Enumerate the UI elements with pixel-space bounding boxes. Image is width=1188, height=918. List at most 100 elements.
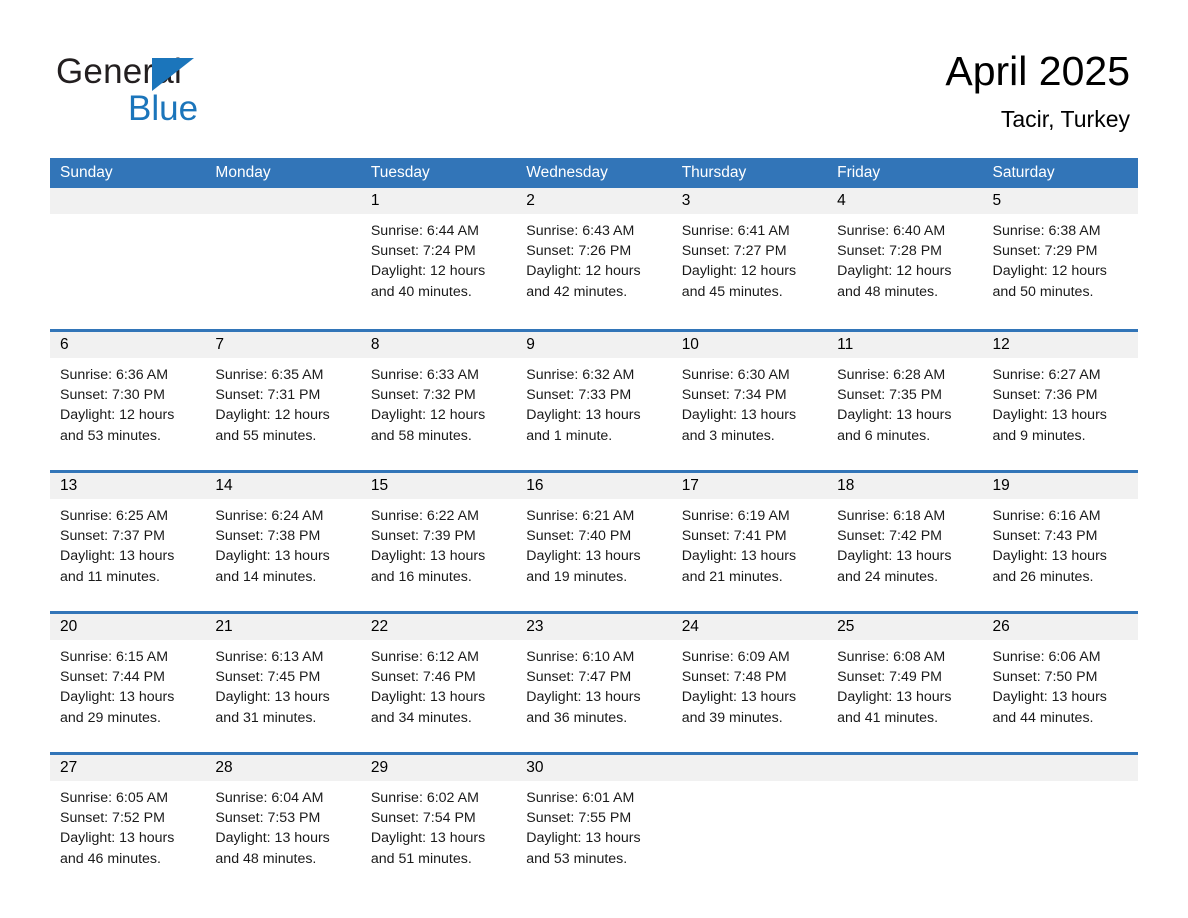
sunrise-text: Sunrise: 6:33 AM (370, 367, 479, 383)
daylight-text: Daylight: 13 hours and 26 minutes. (992, 548, 1107, 585)
sunrise-text: Sunrise: 6:16 AM (992, 508, 1101, 524)
daylight-text: Daylight: 13 hours and 39 minutes. (681, 689, 797, 726)
day-number: 13 (50, 473, 206, 499)
daylight-text: Daylight: 13 hours and 44 minutes. (992, 689, 1107, 726)
day-details: Sunrise: 6:44 AM Sunset: 7:24 PM Daylight:… (361, 214, 516, 302)
sunset-text: Sunset: 7:27 PM (681, 243, 787, 260)
day-details: Sunrise: 6:01 AM Sunset: 7:55 PM Daylight:… (516, 781, 671, 869)
sunset-text: Sunset: 7:46 PM (370, 669, 476, 686)
day-cell[interactable]: 14 Sunrise: 6:24 AM Sunset: 7:38 PM Dayligh… (205, 473, 361, 602)
day-number: 30 (516, 755, 672, 781)
day-cell[interactable]: 25 Sunrise: 6:08 AM Sunset: 7:49 PM Dayligh… (827, 614, 983, 743)
page-header: General Blue April 2025 Tacir, Turkey (0, 0, 1188, 158)
day-number: 19 (982, 473, 1138, 499)
sunrise-text: Sunrise: 6:30 AM (681, 367, 790, 383)
sunset-text: Sunset: 7:32 PM (370, 387, 476, 404)
day-cell[interactable]: 4 Sunrise: 6:40 AM Sunset: 7:28 PM Daylight… (827, 188, 983, 320)
weekday-header-sunday: Sunday (60, 164, 113, 181)
sunrise-text: Sunrise: 6:40 AM (837, 223, 946, 239)
day-details: Sunrise: 6:12 AM Sunset: 7:46 PM Daylight:… (361, 640, 516, 728)
day-number: 10 (671, 332, 828, 358)
sunrise-text: Sunrise: 6:36 AM (60, 367, 169, 383)
sunset-text: Sunset: 7:29 PM (992, 243, 1098, 260)
daylight-text: Daylight: 13 hours and 24 minutes. (837, 548, 952, 585)
sunrise-text: Sunrise: 6:22 AM (370, 508, 479, 524)
day-number: 8 (360, 332, 517, 358)
daylight-text: Daylight: 13 hours and 46 minutes. (60, 830, 175, 867)
day-cell[interactable]: 18 Sunrise: 6:18 AM Sunset: 7:42 PM Dayligh… (827, 473, 983, 602)
day-cell[interactable]: 23 Sunrise: 6:10 AM Sunset: 7:47 PM Dayligh… (516, 614, 672, 743)
day-cell[interactable]: 7 Sunrise: 6:35 AM Sunset: 7:31 PM Daylight… (205, 332, 361, 461)
day-cell[interactable]: 15 Sunrise: 6:22 AM Sunset: 7:39 PM Dayligh… (360, 473, 517, 602)
day-details: Sunrise: 6:05 AM Sunset: 7:52 PM Daylight:… (50, 781, 205, 869)
day-cell[interactable]: 17 Sunrise: 6:19 AM Sunset: 7:41 PM Dayligh… (671, 473, 828, 602)
sunset-text: Sunset: 7:34 PM (681, 387, 787, 404)
daylight-text: Daylight: 13 hours and 34 minutes. (370, 689, 486, 726)
day-cell-empty (671, 755, 828, 884)
day-details: Sunrise: 6:04 AM Sunset: 7:53 PM Daylight:… (205, 781, 360, 869)
day-cell[interactable]: 1 Sunrise: 6:44 AM Sunset: 7:24 PM Daylight… (360, 188, 517, 320)
page-title: April 2025 (945, 48, 1130, 94)
day-details: Sunrise: 6:02 AM Sunset: 7:54 PM Daylight:… (361, 781, 516, 869)
day-number: 1 (360, 188, 517, 214)
sunrise-text: Sunrise: 6:43 AM (526, 223, 635, 239)
daylight-text: Daylight: 12 hours and 48 minutes. (837, 263, 952, 300)
daylight-text: Daylight: 13 hours and 48 minutes. (215, 830, 330, 867)
day-cell-empty (50, 188, 206, 320)
day-number: 6 (50, 332, 206, 358)
day-cell[interactable]: 16 Sunrise: 6:21 AM Sunset: 7:40 PM Dayligh… (516, 473, 672, 602)
sunrise-text: Sunrise: 6:15 AM (60, 649, 169, 665)
day-cell[interactable]: 11 Sunrise: 6:28 AM Sunset: 7:35 PM Dayligh… (827, 332, 983, 461)
sunset-text: Sunset: 7:37 PM (60, 528, 165, 545)
day-cell[interactable]: 5 Sunrise: 6:38 AM Sunset: 7:29 PM Daylight… (982, 188, 1138, 320)
day-cell[interactable]: 28 Sunrise: 6:04 AM Sunset: 7:53 PM Dayligh… (205, 755, 361, 884)
daylight-text: Daylight: 13 hours and 29 minutes. (60, 689, 175, 726)
day-details: Sunrise: 6:21 AM Sunset: 7:40 PM Daylight:… (516, 499, 671, 587)
day-number: 22 (360, 614, 517, 640)
day-details: Sunrise: 6:09 AM Sunset: 7:48 PM Daylight:… (672, 640, 827, 728)
triangle-icon (152, 58, 194, 91)
day-details: Sunrise: 6:19 AM Sunset: 7:41 PM Daylight:… (672, 499, 827, 587)
day-cell[interactable]: 26 Sunrise: 6:06 AM Sunset: 7:50 PM Dayligh… (982, 614, 1138, 743)
day-cell[interactable]: 3 Sunrise: 6:41 AM Sunset: 7:27 PM Daylight… (671, 188, 828, 320)
day-cell[interactable]: 30 Sunrise: 6:01 AM Sunset: 7:55 PM Dayligh… (516, 755, 672, 884)
day-cell[interactable]: 13 Sunrise: 6:25 AM Sunset: 7:37 PM Dayligh… (50, 473, 206, 602)
sunset-text: Sunset: 7:54 PM (370, 810, 476, 827)
daylight-text: Daylight: 13 hours and 1 minute. (526, 407, 641, 444)
sunrise-text: Sunrise: 6:38 AM (992, 223, 1101, 239)
day-number: 17 (671, 473, 828, 499)
day-details: Sunrise: 6:32 AM Sunset: 7:33 PM Daylight:… (516, 358, 671, 446)
day-details: Sunrise: 6:06 AM Sunset: 7:50 PM Daylight:… (983, 640, 1138, 728)
day-number: 14 (205, 473, 361, 499)
day-cell[interactable]: 8 Sunrise: 6:33 AM Sunset: 7:32 PM Daylight… (360, 332, 517, 461)
day-cell[interactable]: 22 Sunrise: 6:12 AM Sunset: 7:46 PM Dayligh… (360, 614, 517, 743)
day-number (205, 188, 361, 214)
day-details: Sunrise: 6:33 AM Sunset: 7:32 PM Daylight:… (361, 358, 516, 446)
sunset-text: Sunset: 7:26 PM (526, 243, 632, 260)
day-details: Sunrise: 6:15 AM Sunset: 7:44 PM Daylight:… (50, 640, 205, 728)
day-cell[interactable]: 2 Sunrise: 6:43 AM Sunset: 7:26 PM Daylight… (516, 188, 672, 320)
sunrise-text: Sunrise: 6:04 AM (215, 790, 324, 806)
day-cell[interactable]: 20 Sunrise: 6:15 AM Sunset: 7:44 PM Dayligh… (50, 614, 206, 743)
day-cell[interactable]: 29 Sunrise: 6:02 AM Sunset: 7:54 PM Dayligh… (360, 755, 517, 884)
day-cell[interactable]: 19 Sunrise: 6:16 AM Sunset: 7:43 PM Dayligh… (982, 473, 1138, 602)
day-cell[interactable]: 27 Sunrise: 6:05 AM Sunset: 7:52 PM Dayligh… (50, 755, 206, 884)
day-details: Sunrise: 6:41 AM Sunset: 7:27 PM Daylight:… (672, 214, 827, 302)
daylight-text: Daylight: 13 hours and 3 minutes. (681, 407, 797, 444)
day-cell[interactable]: 6 Sunrise: 6:36 AM Sunset: 7:30 PM Daylight… (50, 332, 206, 461)
day-cell[interactable]: 21 Sunrise: 6:13 AM Sunset: 7:45 PM Dayligh… (205, 614, 361, 743)
daylight-text: Daylight: 13 hours and 53 minutes. (526, 830, 641, 867)
sunset-text: Sunset: 7:31 PM (215, 387, 321, 404)
calendar-page: General Blue April 2025 Tacir, Turkey Su… (0, 0, 1188, 918)
weekday-header-thursday: Thursday (681, 164, 747, 181)
sunrise-text: Sunrise: 6:06 AM (992, 649, 1101, 665)
day-cell[interactable]: 9 Sunrise: 6:32 AM Sunset: 7:33 PM Daylight… (516, 332, 672, 461)
day-cell[interactable]: 10 Sunrise: 6:30 AM Sunset: 7:34 PM Dayligh… (671, 332, 828, 461)
daylight-text: Daylight: 13 hours and 14 minutes. (215, 548, 330, 585)
sunset-text: Sunset: 7:24 PM (370, 243, 476, 260)
sunset-text: Sunset: 7:44 PM (60, 669, 165, 686)
week-row: 13 Sunrise: 6:25 AM Sunset: 7:37 PM Dayligh… (50, 470, 1138, 602)
day-cell[interactable]: 24 Sunrise: 6:09 AM Sunset: 7:48 PM Dayligh… (671, 614, 828, 743)
day-cell-empty (982, 755, 1138, 884)
day-cell[interactable]: 12 Sunrise: 6:27 AM Sunset: 7:36 PM Dayligh… (982, 332, 1138, 461)
